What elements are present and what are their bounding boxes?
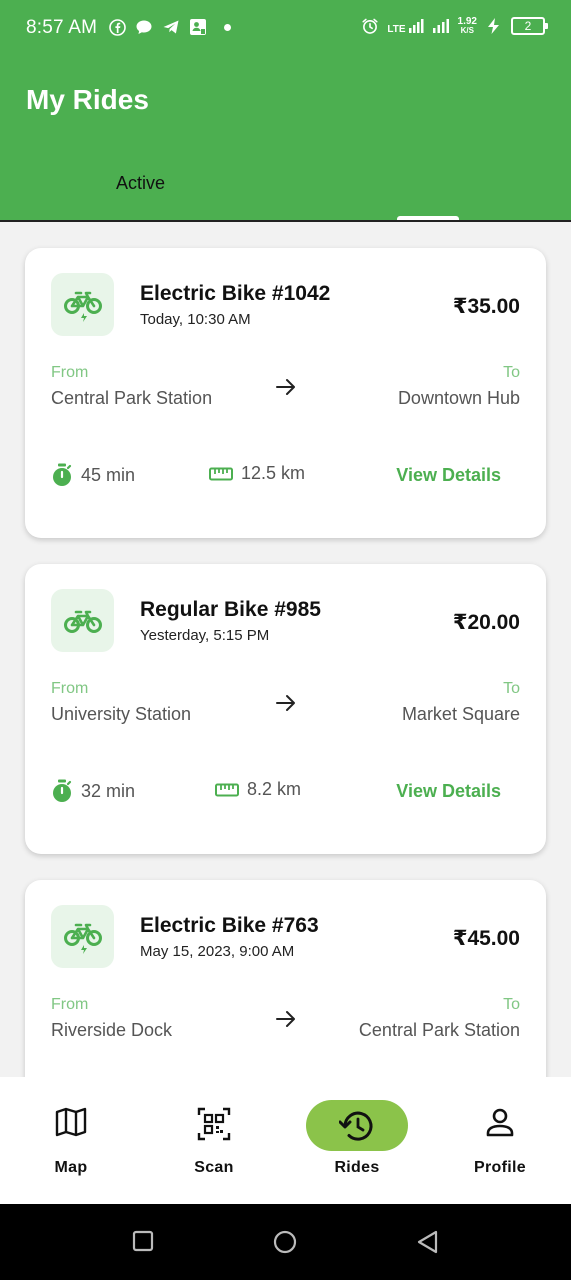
to-label: To	[503, 364, 520, 381]
electric-bike-icon	[51, 273, 114, 336]
view-details-button[interactable]: View Details	[396, 781, 501, 802]
ride-price: ₹35.00	[452, 295, 520, 318]
chat-bubble-icon	[135, 18, 153, 36]
arrow-right-icon	[276, 695, 295, 711]
nav-label-scan: Scan	[194, 1159, 234, 1176]
nav-item-map[interactable]: Map	[0, 1077, 142, 1204]
ruler-icon	[215, 783, 239, 796]
status-bar: 8:57 AM LTE 1.92 K/S 2	[0, 0, 571, 58]
duration-value: 45 min	[81, 464, 136, 485]
arrow-right-icon	[276, 1011, 295, 1027]
alarm-icon	[361, 17, 379, 35]
nav-label-rides: Rides	[334, 1159, 380, 1176]
to-label: To	[503, 680, 520, 697]
network-speed: 1.92 K/S	[457, 16, 477, 36]
ride-name: Electric Bike #763	[140, 914, 319, 937]
to-label: To	[503, 996, 520, 1013]
system-status-icons: LTE 1.92 K/S 2	[361, 16, 548, 36]
from-label: From	[51, 364, 89, 381]
timer-icon	[53, 463, 72, 486]
ride-time: Yesterday, 5:15 PM	[140, 627, 270, 644]
to-station: Market Square	[401, 704, 520, 724]
to-station: Downtown Hub	[397, 388, 520, 408]
nav-item-scan[interactable]: Scan	[143, 1077, 285, 1204]
electric-bike-icon	[51, 905, 114, 968]
ride-card[interactable]: Electric Bike #1042 Today, 10:30 AM ₹35.…	[25, 248, 546, 538]
back-triangle-icon	[417, 1230, 438, 1254]
ride-distance: 8.2 km	[215, 779, 301, 800]
nav-item-rides[interactable]: Rides	[286, 1077, 428, 1204]
recents-button[interactable]	[132, 1230, 154, 1257]
square-icon	[132, 1230, 154, 1252]
contact-card-icon	[189, 18, 207, 36]
ride-duration: 32 min	[51, 779, 135, 803]
from-label: From	[51, 680, 89, 697]
from-station: Riverside Dock	[51, 1020, 173, 1040]
distance-value: 8.2 km	[247, 779, 302, 799]
status-time: 8:57 AM	[26, 17, 98, 38]
ride-time: Today, 10:30 AM	[140, 311, 251, 328]
circle-icon	[273, 1230, 297, 1254]
ride-price: ₹45.00	[452, 927, 520, 950]
view-details-button[interactable]: View Details	[396, 465, 501, 486]
person-icon	[485, 1107, 515, 1137]
telegram-icon	[162, 18, 180, 36]
charging-icon	[485, 17, 503, 35]
from-station: University Station	[51, 704, 192, 724]
ride-time: May 15, 2023, 9:00 AM	[140, 943, 295, 960]
home-button[interactable]	[273, 1230, 297, 1259]
header-divider	[0, 220, 571, 222]
lte-signal-icon: LTE	[387, 18, 424, 35]
ruler-icon	[209, 467, 233, 480]
ride-name: Regular Bike #985	[140, 598, 321, 621]
from-label: From	[51, 996, 89, 1013]
ride-duration: 45 min	[51, 463, 135, 487]
more-notifications-icon	[224, 23, 231, 31]
map-icon	[55, 1107, 87, 1137]
to-station: Central Park Station	[358, 1020, 520, 1040]
ride-distance: 12.5 km	[209, 463, 305, 484]
history-icon	[339, 1110, 375, 1142]
battery-icon: 2	[511, 17, 548, 35]
system-navigation-bar	[0, 1204, 571, 1280]
facebook-icon	[108, 18, 126, 36]
nav-item-profile[interactable]: Profile	[429, 1077, 571, 1204]
ride-name: Electric Bike #1042	[140, 282, 331, 305]
nav-label-profile: Profile	[474, 1159, 526, 1176]
nav-label-map: Map	[54, 1159, 88, 1176]
duration-value: 32 min	[81, 780, 136, 801]
qr-scan-icon	[197, 1107, 231, 1141]
from-station: Central Park Station	[51, 388, 213, 408]
ride-card[interactable]: Regular Bike #985 Yesterday, 5:15 PM ₹20…	[25, 564, 546, 854]
ride-price: ₹20.00	[452, 611, 520, 634]
notification-icons	[108, 18, 231, 36]
bike-icon	[51, 589, 114, 652]
distance-value: 12.5 km	[241, 463, 306, 483]
bottom-navigation: Map Scan Rides Profile	[0, 1077, 571, 1204]
signal-strength-icon	[432, 17, 450, 35]
timer-icon	[53, 779, 72, 802]
app-header: 8:57 AM LTE 1.92 K/S 2 My Rides Active	[0, 0, 571, 221]
arrow-right-icon	[276, 379, 295, 395]
back-button[interactable]	[416, 1230, 440, 1259]
tab-active[interactable]: Active	[116, 173, 165, 194]
page-title: My Rides	[26, 84, 149, 115]
